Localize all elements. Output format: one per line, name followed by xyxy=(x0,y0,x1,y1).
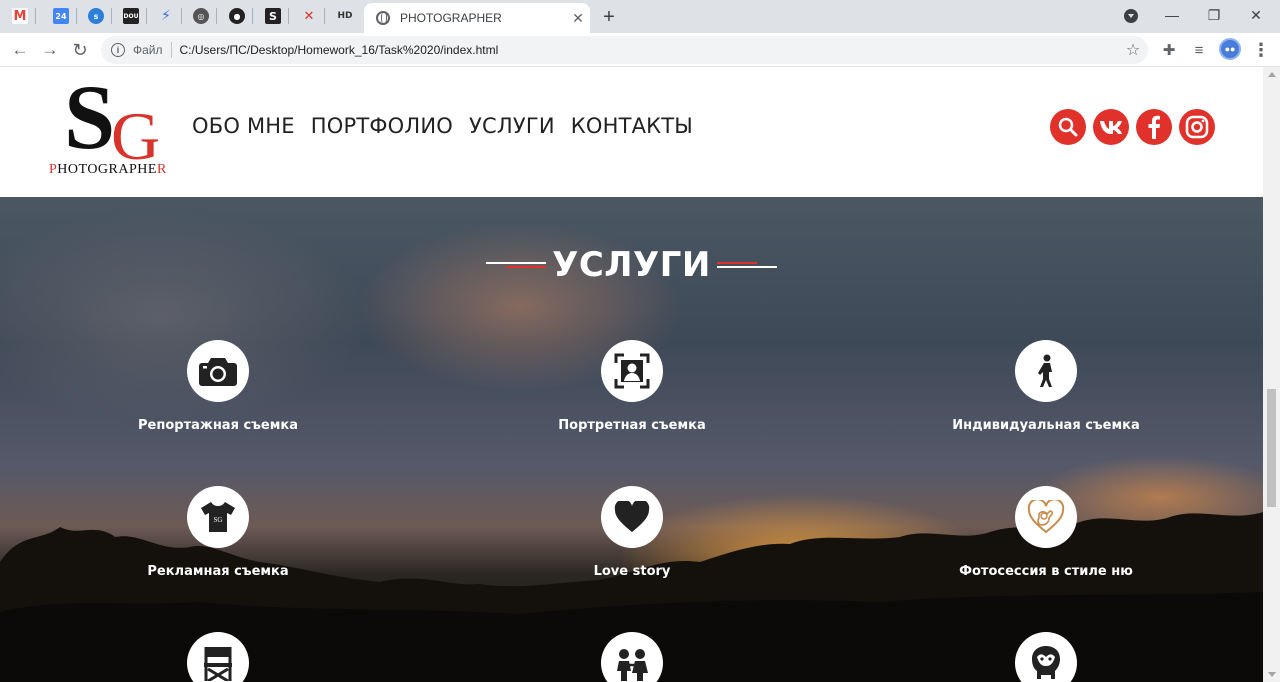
service-kids[interactable] xyxy=(502,632,762,682)
menu-icon[interactable]: ⋮ xyxy=(1249,38,1273,62)
service-label: Love story xyxy=(593,564,671,579)
search-icon[interactable] xyxy=(1050,109,1086,145)
info-icon[interactable]: i xyxy=(111,43,125,57)
nav-services[interactable]: УСЛУГИ xyxy=(469,114,555,138)
s-app-icon: S xyxy=(265,8,281,24)
dou-icon: DOU xyxy=(123,8,139,24)
browser-toolbar: ← → ↻ i Файл C:/Users/ПС/Desktop/Homewor… xyxy=(0,33,1280,67)
title-decoration-right xyxy=(716,259,777,271)
service-label: Репортажная съемка xyxy=(138,418,298,433)
service-individual[interactable]: Индивидуальная съемка xyxy=(916,340,1176,433)
service-nude[interactable]: Фотосессия в стиле ню xyxy=(916,486,1176,579)
tshirt-icon: SG xyxy=(187,486,249,548)
kids-icon xyxy=(601,632,663,682)
portrait-icon xyxy=(601,340,663,402)
walking-person-icon xyxy=(1015,340,1077,402)
logo-letter-s: S xyxy=(64,67,116,168)
scroll-up-icon[interactable] xyxy=(1268,72,1276,77)
reading-list-icon[interactable]: ≡ xyxy=(1187,38,1211,62)
stackshare-icon: s xyxy=(88,8,104,24)
pinned-tab-figure[interactable]: ✕ xyxy=(294,5,325,27)
services-section: УСЛУГИ Репортажная съемка Портретная съе… xyxy=(0,197,1263,682)
figure-icon: ✕ xyxy=(303,8,315,24)
site-header: S G PHOTOGRAPHER ОБО МНЕ ПОРТФОЛИО УСЛУГ… xyxy=(0,67,1263,197)
pinned-tab-hd[interactable]: HD xyxy=(330,5,360,27)
globe-icon xyxy=(376,11,390,25)
facebook-icon[interactable] xyxy=(1136,109,1172,145)
github-icon: ● xyxy=(229,8,245,24)
bookmark-star-icon[interactable]: ☆ xyxy=(1118,40,1148,60)
nav-about[interactable]: ОБО МНЕ xyxy=(192,114,295,138)
address-url[interactable]: C:/Users/ПС/Desktop/Homework_16/Task%202… xyxy=(180,43,1118,57)
scroll-down-icon[interactable] xyxy=(1268,672,1276,677)
service-label: Индивидуальная съемка xyxy=(952,418,1140,433)
scrollbar-thumb[interactable] xyxy=(1267,389,1276,507)
pinned-tab-gmail[interactable]: M xyxy=(5,5,36,27)
service-love-story[interactable]: Love story xyxy=(502,486,762,579)
service-makeup[interactable] xyxy=(916,632,1176,682)
reload-button[interactable]: ↻ xyxy=(68,38,92,62)
pinned-tab-stackshare[interactable]: s xyxy=(81,5,112,27)
service-reportage[interactable]: Репортажная съемка xyxy=(88,340,348,433)
tab-photographer[interactable]: PHOTOGRAPHER ✕ xyxy=(364,3,590,33)
address-scheme: Файл xyxy=(133,43,163,57)
pinned-tab-bolt[interactable]: ⚡ xyxy=(151,5,182,27)
service-label: Портретная съемка xyxy=(558,418,706,433)
heart-icon xyxy=(601,486,663,548)
close-window-button[interactable]: ✕ xyxy=(1233,4,1279,26)
pinned-tab-calendar[interactable]: 24 xyxy=(46,5,77,27)
svg-text:SG: SG xyxy=(214,516,223,524)
hd-icon: HD xyxy=(337,11,353,21)
service-portrait[interactable]: Портретная съемка xyxy=(502,340,762,433)
tab-strip: M 24 s DOU ⚡ ◎ ● S ✕ HD PHOTOGRAPHER ✕ +… xyxy=(0,0,1280,33)
close-tab-icon[interactable]: ✕ xyxy=(566,10,590,27)
nav-portfolio[interactable]: ПОРТФОЛИО xyxy=(311,114,453,138)
title-decoration-left xyxy=(486,259,547,271)
tab-search-icon[interactable] xyxy=(1124,9,1138,23)
logo-caption: PHOTOGRAPHER xyxy=(49,162,167,177)
page-scrollbar[interactable] xyxy=(1263,67,1280,682)
forward-button[interactable]: → xyxy=(38,38,62,62)
service-video[interactable] xyxy=(88,632,348,682)
maximize-button[interactable]: ❐ xyxy=(1191,4,1237,26)
minimize-button[interactable]: — xyxy=(1149,4,1195,26)
calendar-24-icon: 24 xyxy=(53,8,69,24)
address-bar[interactable]: i Файл C:/Users/ПС/Desktop/Homework_16/T… xyxy=(101,36,1148,64)
services-heading: УСЛУГИ xyxy=(0,245,1263,285)
tab-title: PHOTOGRAPHER xyxy=(400,11,502,25)
pinned-tab-github[interactable]: ● xyxy=(222,5,253,27)
director-chair-icon xyxy=(187,632,249,682)
service-label: Фотосессия в стиле ню xyxy=(959,564,1133,579)
nav-contacts[interactable]: КОНТАКТЫ xyxy=(571,114,693,138)
vk-icon[interactable] xyxy=(1093,109,1129,145)
pinned-tab-s-app[interactable]: S xyxy=(258,5,289,27)
instagram-icon[interactable] xyxy=(1179,109,1215,145)
profile-avatar[interactable]: ●● xyxy=(1219,38,1241,60)
service-advertising[interactable]: SG Рекламная съемка xyxy=(88,486,348,579)
back-button[interactable]: ← xyxy=(8,38,32,62)
face-icon xyxy=(1015,632,1077,682)
camera-icon xyxy=(187,340,249,402)
heart-hand-icon xyxy=(1015,486,1077,548)
bolt-icon: ⚡ xyxy=(161,8,171,24)
extensions-icon[interactable]: ✚ xyxy=(1157,38,1181,62)
pinned-tab-dou[interactable]: DOU xyxy=(116,5,147,27)
gmail-icon: M xyxy=(12,8,28,24)
pinned-tab-webstorm[interactable]: ◎ xyxy=(186,5,217,27)
service-label: Рекламная съемка xyxy=(147,564,289,579)
site-logo[interactable]: S G PHOTOGRAPHER xyxy=(49,67,174,183)
webstorm-icon: ◎ xyxy=(193,8,209,24)
page-viewport: S G PHOTOGRAPHER ОБО МНЕ ПОРТФОЛИО УСЛУГ… xyxy=(0,67,1263,682)
main-nav: ОБО МНЕ ПОРТФОЛИО УСЛУГИ КОНТАКТЫ xyxy=(192,114,693,138)
new-tab-button[interactable]: + xyxy=(597,5,621,29)
services-title: УСЛУГИ xyxy=(552,245,711,285)
